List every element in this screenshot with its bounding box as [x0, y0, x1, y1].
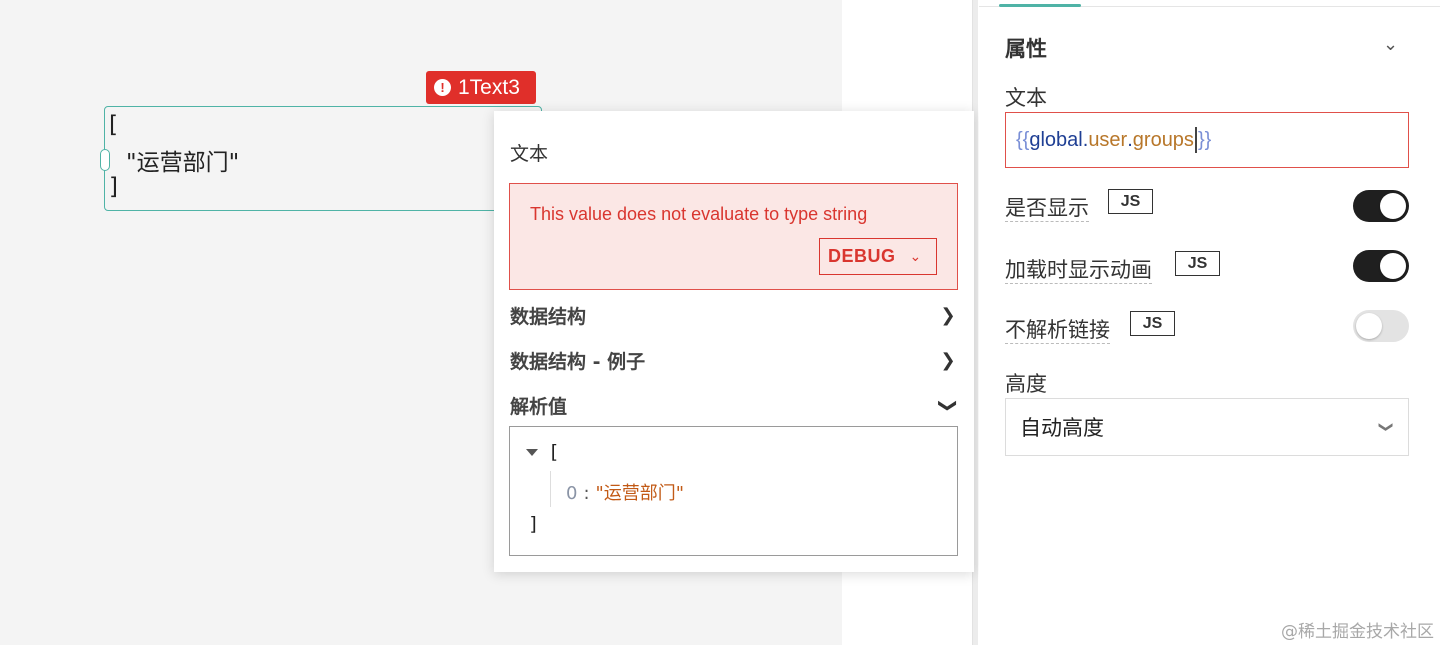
height-label: 高度 — [1005, 372, 1047, 396]
evaluation-popover: 文本 This value does not evaluate to type … — [494, 111, 974, 572]
prop-label-visible: 是否显示 — [1005, 192, 1089, 222]
widget-error-badge[interactable]: ! 1Text3 — [426, 71, 536, 104]
widget-line: "运营部门" — [126, 150, 240, 176]
toggle-knob — [1380, 253, 1406, 279]
height-select[interactable]: 自动高度 ❯ — [1005, 398, 1409, 456]
js-toggle-button[interactable]: JS — [1108, 189, 1153, 214]
prop-label-text: 不解析链接 — [1005, 318, 1110, 344]
watermark: @稀土掘金技术社区 — [1281, 622, 1434, 642]
binding-close-brace: }} — [1197, 128, 1212, 151]
error-message-box: This value does not evaluate to type str… — [509, 183, 958, 290]
text-widget[interactable]: [ "运营部门" ] — [100, 106, 542, 211]
chevron-down-icon[interactable]: ⌄ — [1383, 34, 1398, 55]
close-bracket: ] — [528, 513, 540, 535]
chevron-right-icon: ❯ — [940, 305, 956, 326]
section-label: 数据结构 - 例子 — [510, 351, 646, 373]
section-data-structure[interactable]: 数据结构 ❯ — [510, 302, 958, 329]
tree-guide — [550, 471, 551, 507]
chevron-down-icon: ❯ — [937, 397, 959, 414]
chevron-down-icon: ❯ — [1378, 421, 1395, 433]
text-label: 文本 — [1005, 86, 1047, 110]
open-bracket: [ — [548, 441, 560, 463]
widget-name: 1Text3 — [458, 75, 520, 99]
entry-key: 0 — [566, 483, 578, 504]
text-binding-input[interactable]: {{global. user. groups}} — [1005, 112, 1409, 168]
prop-label-text: 加载时显示动画 — [1005, 258, 1152, 284]
active-tab-indicator — [999, 4, 1081, 7]
binding-global: global — [1029, 128, 1083, 151]
chevron-down-icon: ⌄ — [909, 248, 922, 264]
error-icon: ! — [434, 79, 451, 96]
binding-user: user — [1088, 128, 1128, 151]
section-title: 属性 — [1005, 37, 1047, 61]
resize-handle[interactable] — [100, 149, 110, 171]
prop-label-text: 是否显示 — [1005, 196, 1089, 222]
popover-title: 文本 — [510, 143, 549, 165]
entry-value: "运营部门" — [595, 483, 685, 504]
debug-label: DEBUG — [828, 246, 896, 266]
binding-groups: groups — [1132, 128, 1194, 151]
section-label: 解析值 — [510, 396, 568, 418]
visible-toggle[interactable] — [1353, 190, 1409, 222]
js-toggle-button[interactable]: JS — [1175, 251, 1220, 276]
chevron-right-icon: ❯ — [940, 350, 956, 371]
disable-links-toggle[interactable] — [1353, 310, 1409, 342]
js-toggle-button[interactable]: JS — [1130, 311, 1175, 336]
collapse-caret-icon[interactable] — [526, 449, 538, 456]
prop-label-loading-animation: 加载时显示动画 — [1005, 254, 1152, 284]
section-evaluated-value[interactable]: 解析值 ❯ — [510, 392, 959, 419]
evaluated-value-tree: [ 0: "运营部门" ] — [509, 426, 958, 556]
height-select-value: 自动高度 — [1020, 416, 1104, 440]
text-cursor — [1194, 127, 1197, 153]
prop-label-disable-links: 不解析链接 — [1005, 314, 1110, 344]
error-message: This value does not evaluate to type str… — [530, 204, 868, 224]
section-label: 数据结构 — [510, 306, 587, 328]
tree-entry: 0: "运营部门" — [566, 479, 684, 505]
binding-open-brace: {{ — [1016, 128, 1030, 151]
loading-animation-toggle[interactable] — [1353, 250, 1409, 282]
section-data-structure-example[interactable]: 数据结构 - 例子 ❯ — [510, 347, 958, 374]
debug-button[interactable]: DEBUG ⌄ — [819, 238, 937, 275]
toggle-knob — [1356, 313, 1382, 339]
entry-colon: : — [583, 483, 590, 504]
widget-line: ] — [109, 174, 118, 200]
property-panel: 属性 ⌄ 文本 {{global. user. groups}} 是否显示 JS 加… — [979, 0, 1440, 645]
widget-line: [ — [109, 112, 118, 138]
toggle-knob — [1380, 193, 1406, 219]
